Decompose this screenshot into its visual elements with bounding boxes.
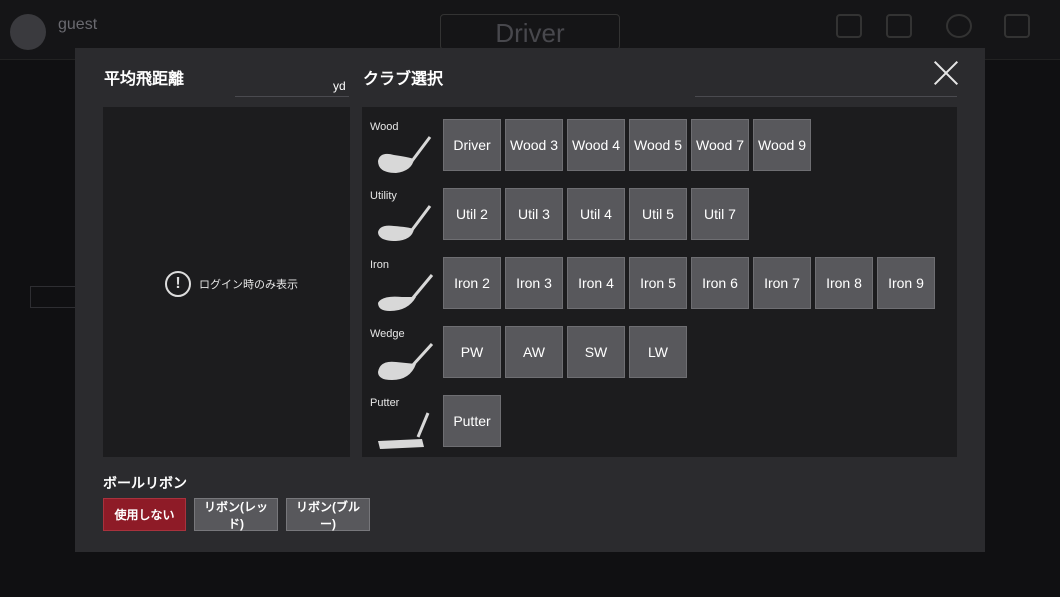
club-button-iron-7[interactable]: Iron 7 bbox=[753, 257, 811, 309]
avatar bbox=[10, 14, 46, 50]
category-label-wedge: Wedge bbox=[370, 328, 405, 340]
ribbon-option-none[interactable]: 使用しない bbox=[103, 498, 186, 531]
club-field-underline bbox=[695, 96, 957, 97]
club-button-util-4[interactable]: Util 4 bbox=[567, 188, 625, 240]
wood-club-icon bbox=[378, 136, 432, 173]
category-label-wood: Wood bbox=[370, 121, 399, 133]
background-settings-icon bbox=[946, 14, 972, 38]
iron-club-icon bbox=[378, 274, 434, 311]
club-button-aw[interactable]: AW bbox=[505, 326, 563, 378]
club-button-putter[interactable]: Putter bbox=[443, 395, 501, 447]
background-club-title: Driver bbox=[440, 14, 620, 50]
background-menu-icon bbox=[836, 14, 862, 38]
club-button-wood-3[interactable]: Wood 3 bbox=[505, 119, 563, 171]
exclamation-circle-icon: ! bbox=[165, 271, 191, 297]
club-button-util-7[interactable]: Util 7 bbox=[691, 188, 749, 240]
club-button-wood-5[interactable]: Wood 5 bbox=[629, 119, 687, 171]
club-button-iron-5[interactable]: Iron 5 bbox=[629, 257, 687, 309]
club-select-panel: Wood Driver Wood 3 Wood 4 Wood 5 Wood 7 … bbox=[362, 107, 957, 457]
club-row-iron: Iron Iron 2 Iron 3 Iron 4 Iron 5 Iron 6 … bbox=[362, 255, 957, 315]
club-button-wood-7[interactable]: Wood 7 bbox=[691, 119, 749, 171]
club-button-util-2[interactable]: Util 2 bbox=[443, 188, 501, 240]
club-button-util-5[interactable]: Util 5 bbox=[629, 188, 687, 240]
club-select-dialog: 平均飛距離 yd クラブ選択 ! ログイン時のみ表示 Wood Driver W… bbox=[75, 48, 985, 552]
club-row-wood: Wood Driver Wood 3 Wood 4 Wood 5 Wood 7 … bbox=[362, 117, 957, 177]
background-user-name: guest bbox=[58, 16, 98, 33]
club-button-lw[interactable]: LW bbox=[629, 326, 687, 378]
background-video-icon bbox=[886, 14, 912, 38]
club-row-wedge: Wedge PW AW SW LW bbox=[362, 324, 957, 384]
ball-ribbon-options: 使用しない リボン(レッド) リボン(ブルー) bbox=[103, 498, 370, 531]
category-label-putter: Putter bbox=[370, 397, 400, 409]
ball-ribbon-title: ボールリボン bbox=[103, 475, 187, 491]
club-button-iron-3[interactable]: Iron 3 bbox=[505, 257, 563, 309]
club-button-wood-9[interactable]: Wood 9 bbox=[753, 119, 811, 171]
club-button-iron-2[interactable]: Iron 2 bbox=[443, 257, 501, 309]
club-button-iron-8[interactable]: Iron 8 bbox=[815, 257, 873, 309]
club-button-driver[interactable]: Driver bbox=[443, 119, 501, 171]
utility-club-icon bbox=[378, 205, 432, 241]
login-only-notice: ! ログイン時のみ表示 bbox=[165, 271, 298, 297]
close-button[interactable] bbox=[933, 60, 959, 86]
club-button-sw[interactable]: SW bbox=[567, 326, 625, 378]
club-row-utility: Utility Util 2 Util 3 Util 4 Util 5 Util… bbox=[362, 186, 957, 246]
login-only-text: ログイン時のみ表示 bbox=[199, 279, 298, 291]
club-button-wood-4[interactable]: Wood 4 bbox=[567, 119, 625, 171]
distance-field-underline bbox=[235, 96, 349, 97]
putter-club-icon bbox=[378, 412, 430, 449]
distance-unit: yd bbox=[333, 79, 346, 93]
wedge-club-icon bbox=[378, 342, 434, 380]
club-button-pw[interactable]: PW bbox=[443, 326, 501, 378]
average-distance-title: 平均飛距離 bbox=[104, 71, 185, 88]
ribbon-option-red[interactable]: リボン(レッド) bbox=[194, 498, 278, 531]
category-label-iron: Iron bbox=[370, 259, 389, 271]
club-button-iron-6[interactable]: Iron 6 bbox=[691, 257, 749, 309]
club-button-util-3[interactable]: Util 3 bbox=[505, 188, 563, 240]
club-select-title: クラブ選択 bbox=[363, 71, 444, 88]
category-label-utility: Utility bbox=[370, 190, 397, 202]
average-distance-panel: ! ログイン時のみ表示 bbox=[103, 107, 350, 457]
ribbon-option-blue[interactable]: リボン(ブルー) bbox=[286, 498, 370, 531]
club-button-iron-4[interactable]: Iron 4 bbox=[567, 257, 625, 309]
background-account-icon bbox=[1004, 14, 1030, 38]
club-row-putter: Putter Putter bbox=[362, 393, 957, 453]
club-button-iron-9[interactable]: Iron 9 bbox=[877, 257, 935, 309]
